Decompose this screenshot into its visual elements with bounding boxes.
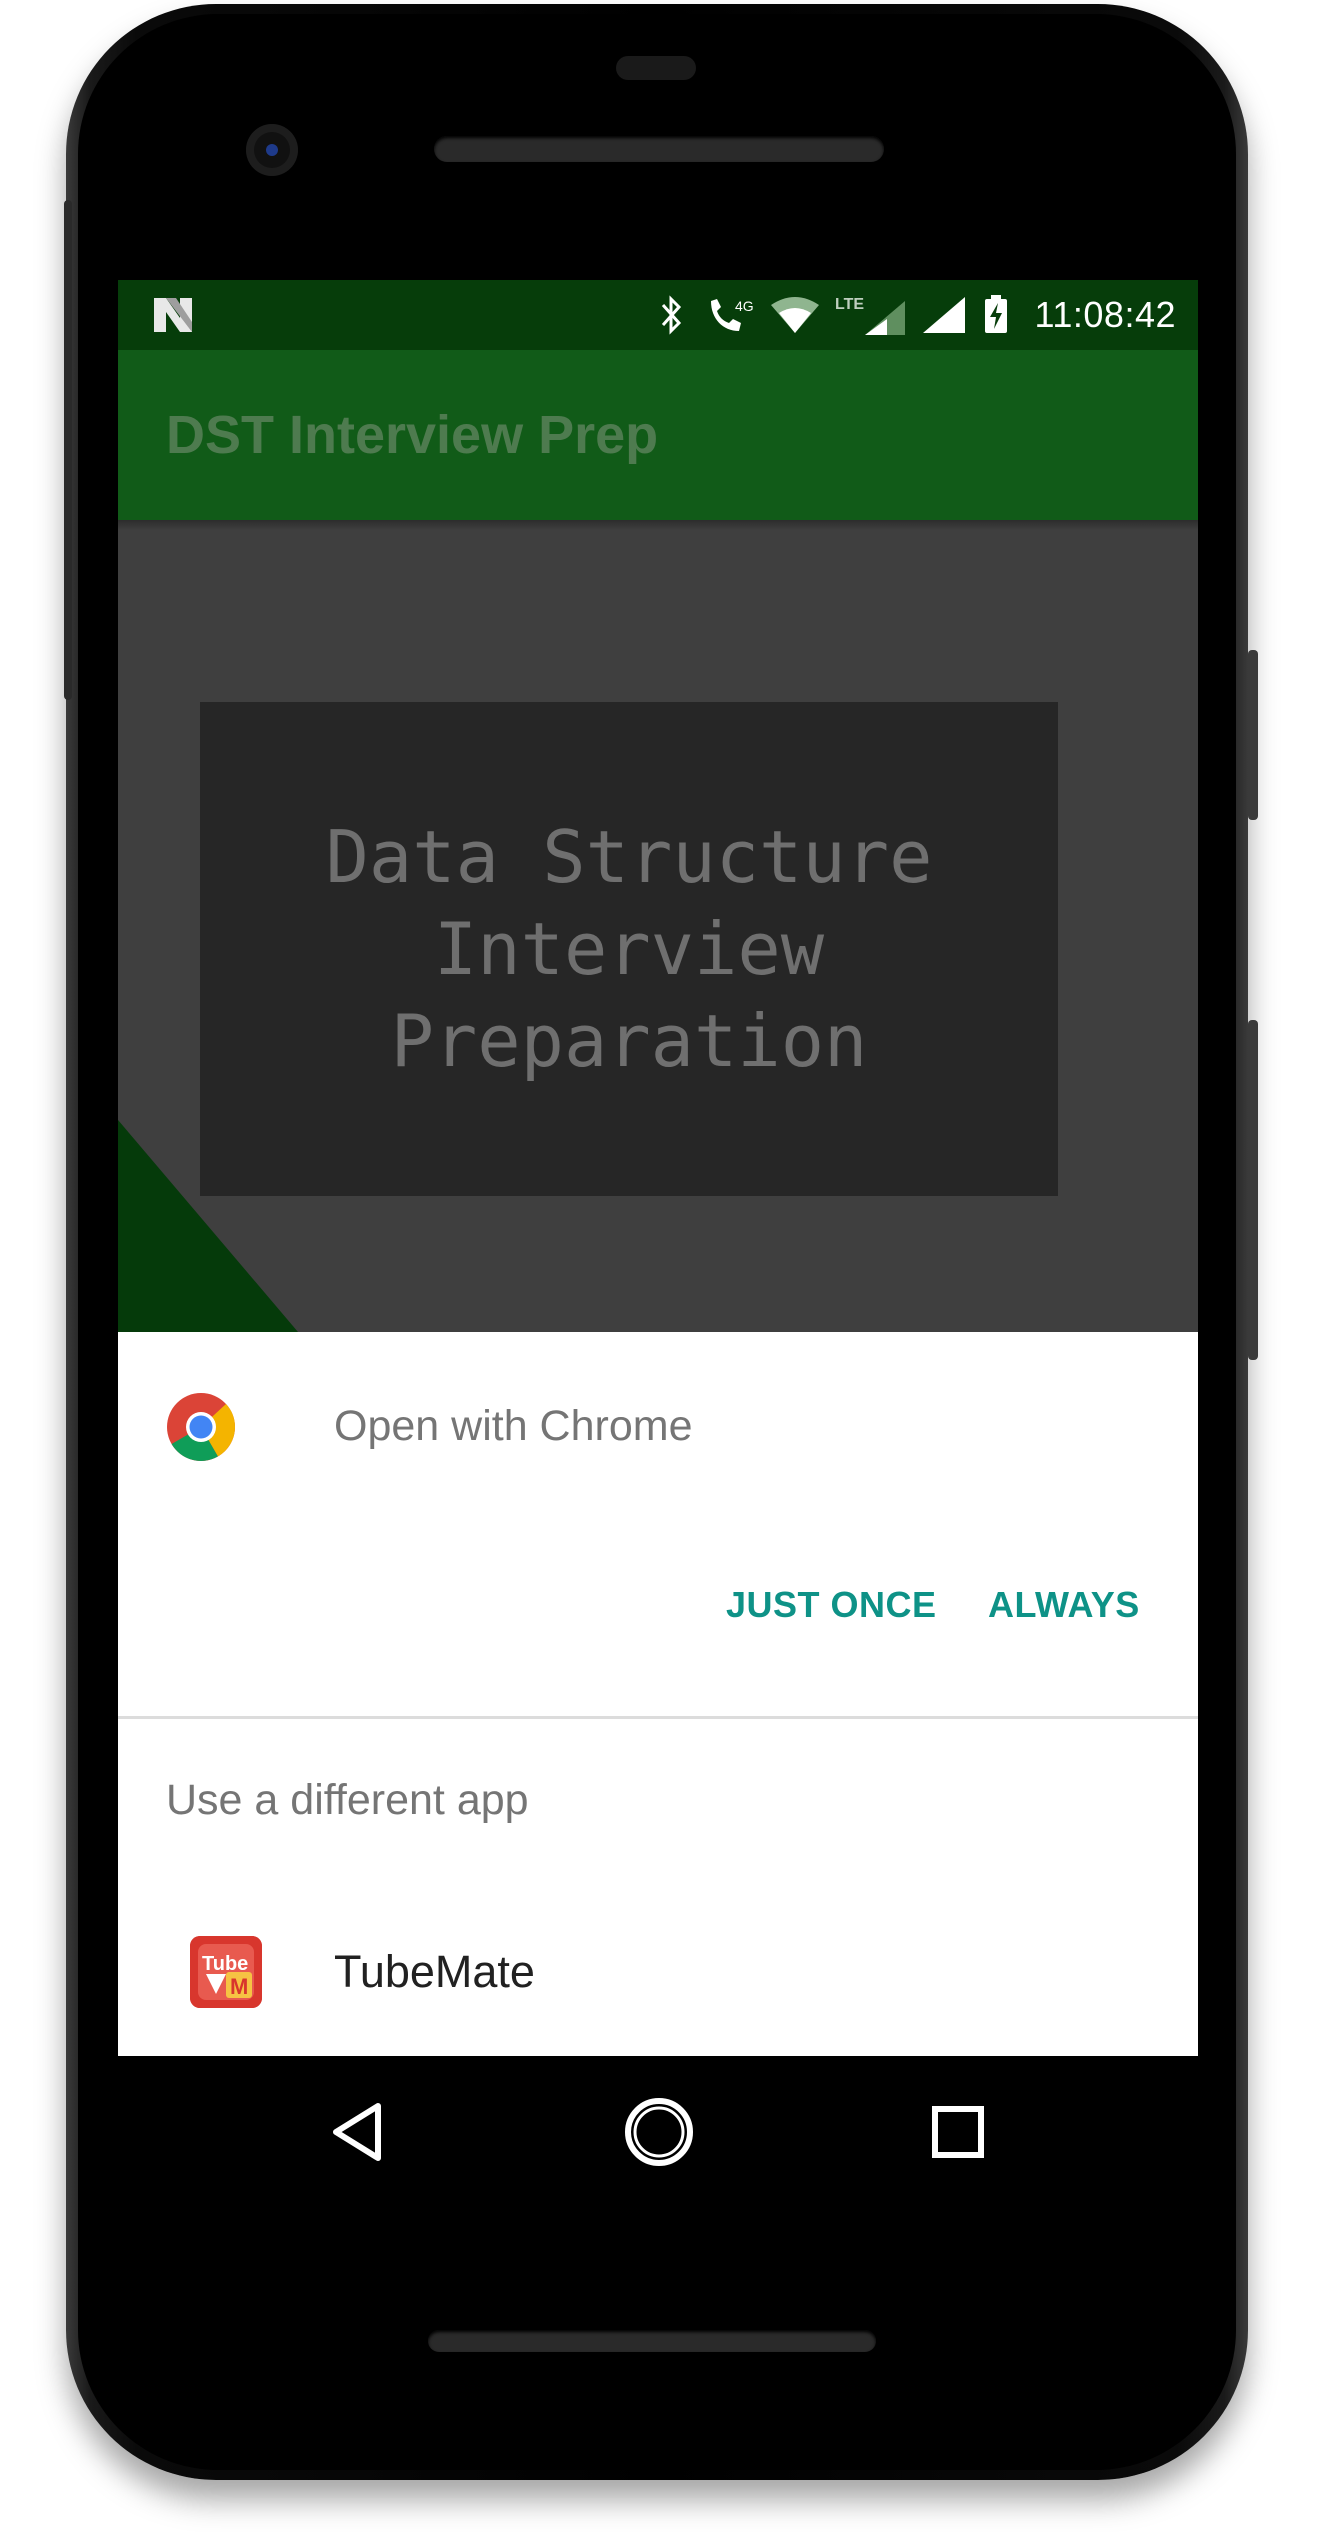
app-title: DST Interview Prep [166,405,659,465]
wifi-icon [769,295,821,335]
signal-icon [921,295,967,335]
notification-n-icon [154,298,192,332]
back-icon[interactable] [318,2092,398,2172]
status-icons: 4G LTE 11:08:42 [651,280,1176,350]
status-time: 11:08:42 [1034,294,1176,335]
home-icon[interactable] [619,2092,699,2172]
bluetooth-icon [651,295,691,335]
bottom-speaker [428,2330,876,2352]
divider [118,1716,1198,1719]
different-app-header: Use a different app [166,1776,529,1824]
network-lte-label: LTE [835,296,864,313]
power-button [1248,650,1258,820]
app-list-item-tubemate[interactable]: Tube M TubeMate [118,1902,1198,2052]
svg-text:Tube: Tube [202,1953,248,1975]
tubemate-icon: Tube M [190,1936,262,2008]
dimmed-content[interactable]: Data Structure Interview Preparation [118,520,1198,1332]
volume-button [1248,1020,1258,1360]
left-edge-button [64,200,72,700]
banner-text: Data Structure Interview Preparation [325,815,933,1083]
always-button[interactable]: ALWAYS [988,1584,1140,1626]
banner-card: Data Structure Interview Preparation [200,702,1058,1196]
screen: 4G LTE 11:08:42 DST Interview Prep Data … [118,280,1198,2056]
corner-decoration [118,1120,298,1332]
chrome-icon [167,1393,235,1461]
open-with-sheet: Open with Chrome JUST ONCE ALWAYS Use a … [118,1332,1198,2056]
open-with-chrome-row[interactable]: Open with Chrome [118,1332,1198,1522]
just-once-button[interactable]: JUST ONCE [726,1584,937,1626]
svg-text:M: M [230,1974,248,1999]
top-sensor [616,56,696,80]
status-bar: 4G LTE 11:08:42 [118,280,1198,350]
navigation-bar [118,2056,1198,2200]
front-camera [246,124,298,176]
open-with-label: Open with Chrome [334,1402,693,1450]
lte-signal-icon: LTE [835,295,907,335]
earpiece-speaker [434,136,884,162]
app-name: TubeMate [334,1946,535,1997]
wifi-calling-icon: 4G [705,295,755,335]
battery-charging-icon [981,295,1011,335]
toolbar-shadow [118,520,1198,530]
app-toolbar: DST Interview Prep [118,350,1198,520]
network-4g-label: 4G [735,298,754,314]
recents-icon[interactable] [918,2092,998,2172]
